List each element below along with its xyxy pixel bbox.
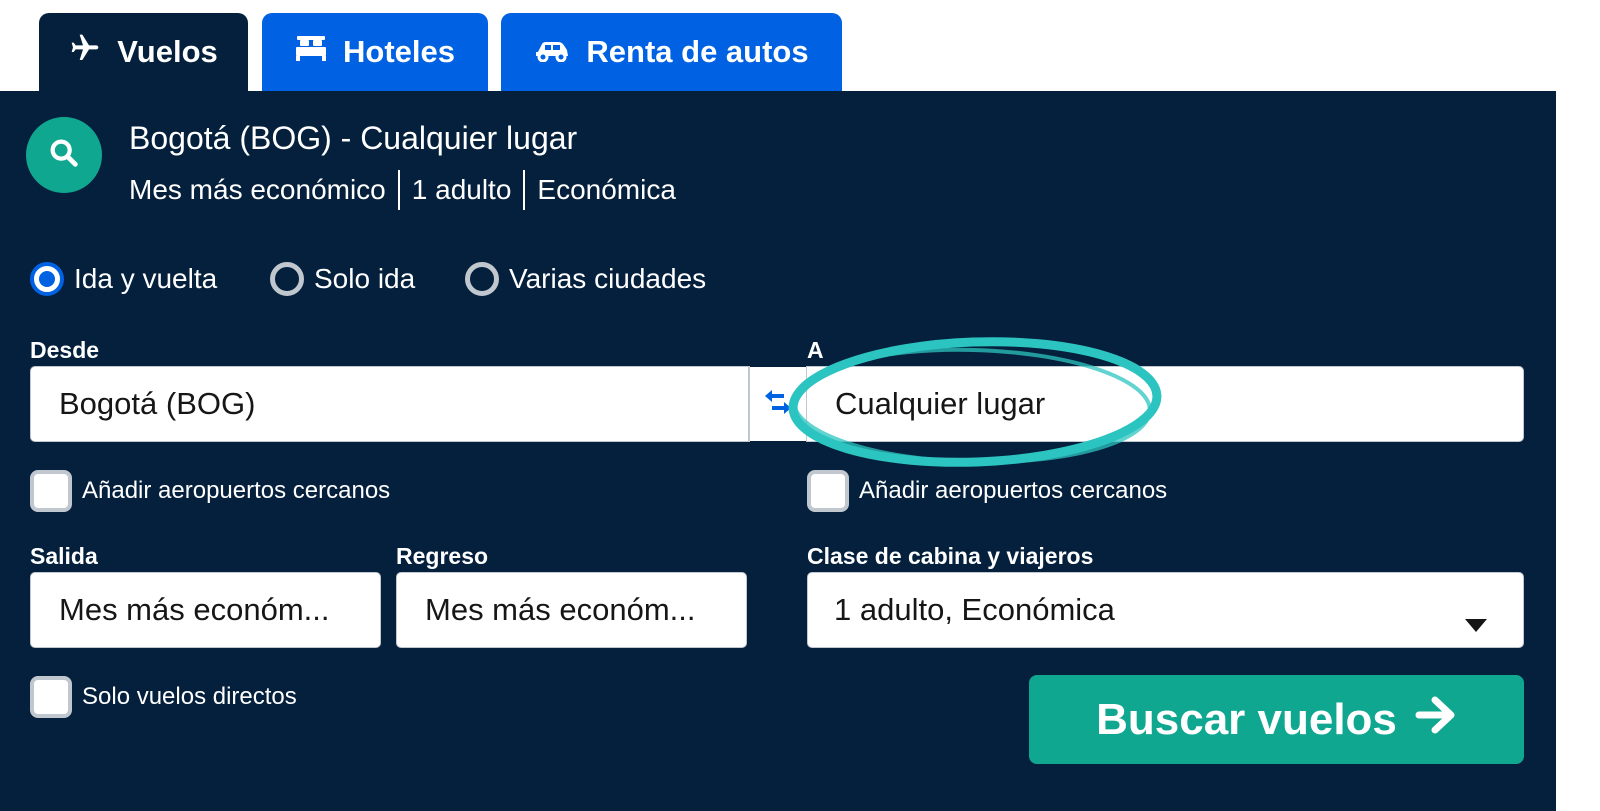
bed-icon bbox=[295, 34, 327, 70]
summary-cabin: Económica bbox=[537, 174, 676, 205]
radio-label: Ida y vuelta bbox=[74, 263, 218, 294]
search-summary-button[interactable] bbox=[26, 117, 102, 193]
cabin-travelers-select[interactable]: 1 adulto, Económica bbox=[807, 572, 1524, 648]
checkbox[interactable] bbox=[30, 676, 72, 718]
depart-value: Mes más económ... bbox=[59, 592, 330, 627]
tab-renta-de-autos[interactable]: Renta de autos bbox=[501, 13, 842, 91]
checkbox-label: Solo vuelos directos bbox=[82, 683, 297, 710]
search-summary-details: Mes más económico 1 adulto Económica bbox=[129, 170, 676, 210]
direct-flights-checkbox[interactable]: Solo vuelos directos bbox=[30, 676, 297, 718]
to-value: Cualquier lugar bbox=[835, 386, 1046, 421]
search-button-label: Buscar vuelos bbox=[1096, 694, 1397, 744]
radio-button[interactable] bbox=[270, 262, 304, 296]
depart-date-field[interactable]: Mes más económ... bbox=[30, 572, 381, 648]
divider bbox=[523, 170, 526, 210]
return-value: Mes más económ... bbox=[425, 592, 696, 627]
dropdown-caret-icon bbox=[1465, 604, 1487, 640]
cabin-value: 1 adulto, Económica bbox=[834, 592, 1115, 627]
arrow-right-icon bbox=[1415, 695, 1457, 745]
summary-travelers: 1 adulto bbox=[411, 174, 512, 205]
tab-label: Vuelos bbox=[117, 34, 218, 69]
radio-ida-y-vuelta[interactable]: Ida y vuelta bbox=[30, 262, 217, 296]
radio-button[interactable] bbox=[465, 262, 499, 296]
car-icon bbox=[534, 34, 570, 70]
checkbox[interactable] bbox=[807, 470, 849, 512]
from-value: Bogotá (BOG) bbox=[59, 386, 256, 421]
swap-arrows-icon bbox=[762, 387, 794, 422]
divider bbox=[397, 170, 400, 210]
tab-vuelos[interactable]: Vuelos bbox=[39, 13, 248, 91]
from-field[interactable]: Bogotá (BOG) bbox=[30, 366, 750, 442]
radio-varias-ciudades[interactable]: Varias ciudades bbox=[465, 262, 706, 296]
depart-label: Salida bbox=[30, 543, 98, 569]
tab-label: Renta de autos bbox=[586, 34, 809, 69]
tab-hoteles[interactable]: Hoteles bbox=[262, 13, 488, 91]
tab-label: Hoteles bbox=[343, 34, 455, 69]
return-date-field[interactable]: Mes más económ... bbox=[396, 572, 747, 648]
radio-button-selected[interactable] bbox=[30, 262, 64, 296]
to-label: A bbox=[807, 337, 824, 363]
search-summary-title: Bogotá (BOG) - Cualquier lugar bbox=[129, 120, 578, 156]
radio-label: Varias ciudades bbox=[509, 263, 707, 294]
checkbox-label: Añadir aeropuertos cercanos bbox=[82, 477, 391, 504]
cabin-label: Clase de cabina y viajeros bbox=[807, 543, 1094, 569]
radio-label: Solo ida bbox=[314, 263, 416, 294]
from-label: Desde bbox=[30, 337, 100, 363]
summary-date: Mes más económico bbox=[129, 174, 386, 205]
plane-icon bbox=[69, 32, 101, 72]
search-icon bbox=[47, 136, 81, 175]
to-field[interactable]: Cualquier lugar bbox=[806, 366, 1524, 442]
swap-button[interactable] bbox=[748, 367, 808, 441]
nearby-to-checkbox[interactable]: Añadir aeropuertos cercanos bbox=[807, 470, 1167, 512]
return-label: Regreso bbox=[396, 543, 489, 569]
search-flights-button[interactable]: Buscar vuelos bbox=[1029, 675, 1524, 764]
checkbox-label: Añadir aeropuertos cercanos bbox=[859, 477, 1168, 504]
radio-solo-ida[interactable]: Solo ida bbox=[270, 262, 415, 296]
checkbox[interactable] bbox=[30, 470, 72, 512]
nearby-from-checkbox[interactable]: Añadir aeropuertos cercanos bbox=[30, 470, 390, 512]
